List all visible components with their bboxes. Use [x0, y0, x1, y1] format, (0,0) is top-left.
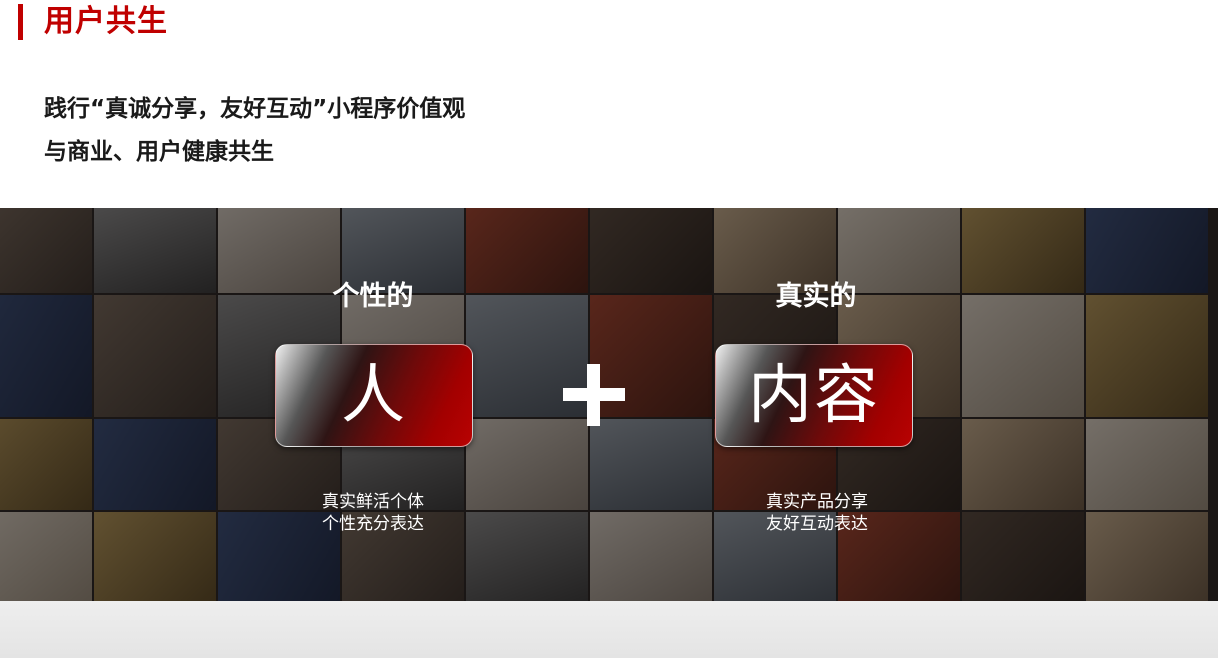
subtitle-line-2: 与商业、用户健康共生	[44, 139, 274, 165]
plus-icon-vertical	[587, 364, 600, 426]
right-label: 真实的	[775, 281, 857, 312]
title-accent-bar	[18, 4, 23, 40]
right-description: 真实产品分享 友好互动表达	[717, 491, 917, 535]
subtitle-line-1: 践行“真诚分享，友好互动”小程序价值观	[44, 96, 466, 122]
right-desc-line-1: 真实产品分享	[766, 492, 868, 512]
left-description: 真实鲜活个体 个性充分表达	[273, 491, 473, 535]
right-desc-line-2: 友好互动表达	[766, 514, 868, 534]
footer-band	[0, 601, 1218, 658]
photo-dim-overlay	[0, 208, 1218, 601]
left-desc-line-1: 真实鲜活个体	[322, 492, 424, 512]
left-desc-line-2: 个性充分表达	[322, 514, 424, 534]
photo-collage-background	[0, 208, 1218, 601]
left-label: 个性的	[332, 281, 414, 312]
page-title: 用户共生	[44, 4, 168, 39]
content-box: 内容	[715, 344, 913, 447]
person-box: 人	[275, 344, 473, 447]
